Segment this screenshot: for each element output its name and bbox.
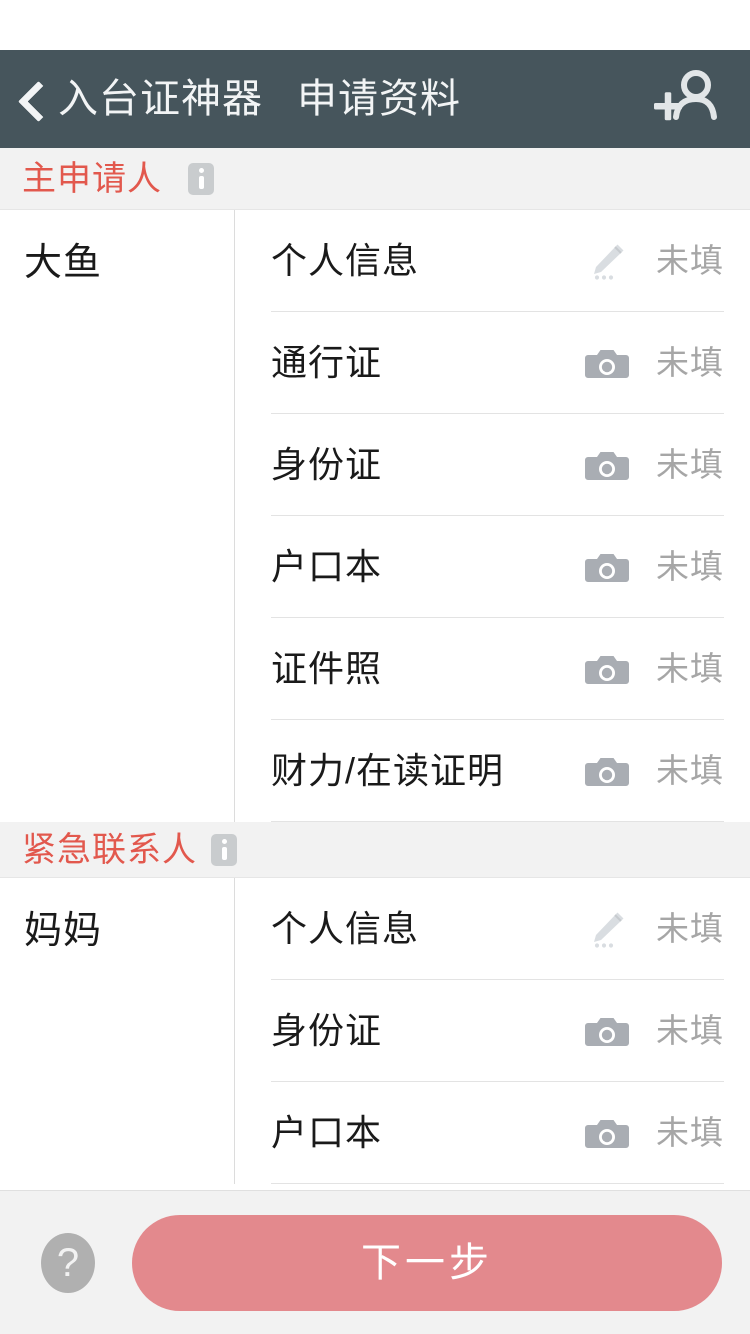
list-item[interactable]: 身份证 未填 (271, 980, 724, 1082)
document-label: 户口本 (271, 545, 383, 587)
person-column[interactable]: 妈妈 (0, 878, 235, 1184)
list-item[interactable]: 财力/在读证明 未填 (271, 720, 724, 822)
document-status-group: 未填 (584, 241, 724, 281)
document-status-group: 未填 (584, 909, 724, 949)
document-list: 个人信息 未填 身份证 未填 户口本 未填 (235, 878, 750, 1184)
document-label: 身份证 (271, 443, 383, 485)
list-item[interactable]: 证件照 未填 (271, 618, 724, 720)
person-column[interactable]: 大鱼 (0, 210, 235, 822)
document-label: 证件照 (271, 647, 383, 689)
pencil-icon[interactable] (584, 241, 630, 281)
bottom-action-bar: ? 下一步 (0, 1190, 750, 1334)
document-label: 财力/在读证明 (271, 749, 505, 791)
nav-back-group[interactable]: 入台证神器 (18, 77, 263, 121)
section-body-emergency-contact: 妈妈 个人信息 未填 身份证 未填 户口本 未填 (0, 878, 750, 1184)
svg-text:?: ? (57, 1241, 79, 1285)
section-title: 紧急联系人 (22, 830, 197, 869)
page-title: 申请资料 (297, 77, 461, 121)
document-label: 个人信息 (271, 239, 420, 281)
document-status: 未填 (656, 1114, 724, 1151)
section-body-primary-applicant: 大鱼 个人信息 未填 通行证 未填 身份证 未填 户口本 未填 证件照 未填 财… (0, 210, 750, 822)
document-status: 未填 (656, 446, 724, 483)
document-status: 未填 (656, 752, 724, 789)
document-status: 未填 (656, 242, 724, 279)
main-content[interactable]: 主申请人 大鱼 个人信息 未填 通行证 未填 身份证 未填 户口本 未填 证件照… (0, 148, 750, 1190)
document-status-group: 未填 (584, 445, 724, 485)
document-status-group: 未填 (584, 1113, 724, 1153)
document-status: 未填 (656, 910, 724, 947)
pencil-icon[interactable] (584, 909, 630, 949)
camera-icon[interactable] (584, 1113, 630, 1153)
add-person-icon[interactable] (648, 61, 724, 137)
list-item[interactable]: 个人信息 未填 (271, 878, 724, 980)
camera-icon[interactable] (584, 445, 630, 485)
info-icon[interactable] (211, 833, 237, 866)
list-item[interactable]: 通行证 未填 (271, 312, 724, 414)
person-name: 大鱼 (24, 242, 103, 284)
nav-app-name[interactable]: 入台证神器 (58, 79, 263, 119)
status-bar (0, 0, 750, 50)
next-step-label: 下一步 (361, 1240, 493, 1285)
document-status: 未填 (656, 344, 724, 381)
back-chevron-icon[interactable] (18, 77, 44, 121)
camera-icon[interactable] (584, 1011, 630, 1051)
document-status: 未填 (656, 650, 724, 687)
section-header-primary-applicant: 主申请人 (0, 148, 750, 210)
list-item[interactable]: 身份证 未填 (271, 414, 724, 516)
list-item[interactable]: 户口本 未填 (271, 1082, 724, 1184)
document-status: 未填 (656, 1012, 724, 1049)
navigation-bar: 入台证神器 申请资料 (0, 50, 750, 148)
document-label: 通行证 (271, 341, 383, 383)
document-status-group: 未填 (584, 751, 724, 791)
list-item[interactable]: 个人信息 未填 (271, 210, 724, 312)
document-status-group: 未填 (584, 547, 724, 587)
document-label: 个人信息 (271, 907, 420, 949)
document-label: 身份证 (271, 1009, 383, 1051)
document-status-group: 未填 (584, 343, 724, 383)
document-status-group: 未填 (584, 1011, 724, 1051)
help-question-icon[interactable]: ? (36, 1231, 100, 1295)
camera-icon[interactable] (584, 649, 630, 689)
info-icon[interactable] (188, 162, 214, 195)
document-list: 个人信息 未填 通行证 未填 身份证 未填 户口本 未填 证件照 未填 财力/在… (235, 210, 750, 822)
section-header-emergency-contact: 紧急联系人 (0, 822, 750, 878)
camera-icon[interactable] (584, 547, 630, 587)
person-name: 妈妈 (24, 910, 103, 952)
section-title: 主申请人 (22, 159, 162, 198)
document-label: 户口本 (271, 1111, 383, 1153)
document-status: 未填 (656, 548, 724, 585)
list-item[interactable]: 户口本 未填 (271, 516, 724, 618)
next-step-button[interactable]: 下一步 (132, 1214, 722, 1311)
camera-icon[interactable] (584, 343, 630, 383)
document-status-group: 未填 (584, 649, 724, 689)
camera-icon[interactable] (584, 751, 630, 791)
